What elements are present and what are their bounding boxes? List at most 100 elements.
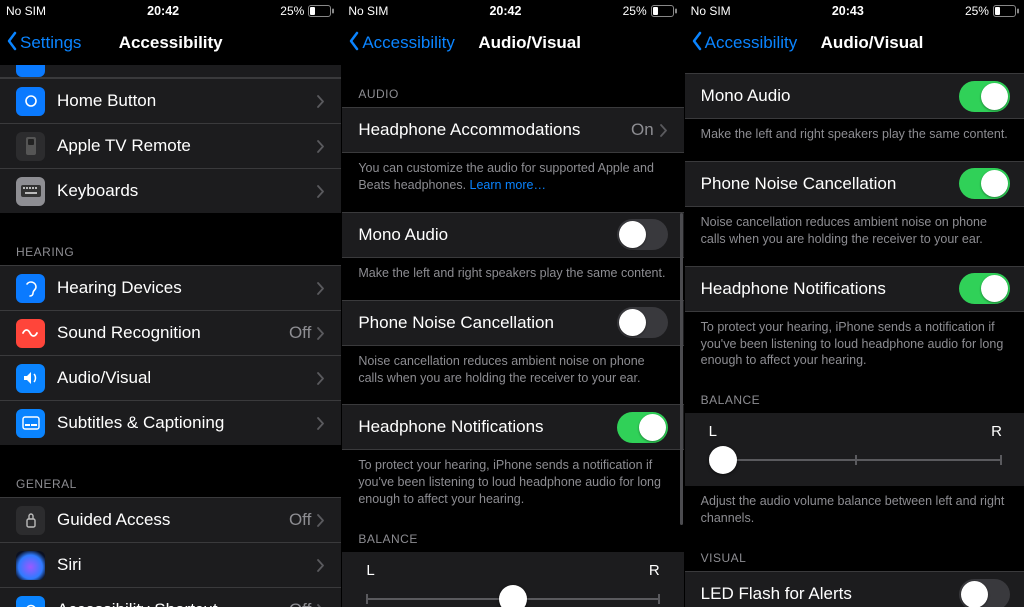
- settings-row[interactable]: Siri: [0, 543, 341, 588]
- settings-row[interactable]: Home Button: [0, 78, 341, 124]
- slider-right-label: R: [649, 562, 660, 579]
- section-footer: You can customize the audio for supporte…: [342, 153, 683, 204]
- carrier-text: No SIM: [691, 4, 731, 18]
- battery-icon: [651, 5, 678, 17]
- chevron-right-icon: [317, 327, 325, 340]
- content-scroll[interactable]: Mono Audio Make the left and right speak…: [685, 65, 1024, 607]
- status-bar: No SIM 20:43 25%: [685, 0, 1024, 21]
- row-label: Hearing Devices: [57, 278, 317, 298]
- content-scroll[interactable]: AUDIO Headphone Accommodations On You ca…: [342, 65, 683, 607]
- content-scroll[interactable]: Home Button Apple TV Remote Keyboards HE…: [0, 65, 341, 607]
- battery-icon: [993, 5, 1020, 17]
- back-button[interactable]: Accessibility: [691, 31, 798, 56]
- section-header: AUDIO: [342, 65, 683, 107]
- settings-row: Headphone Notifications: [685, 266, 1024, 312]
- slider-left-label: L: [709, 423, 717, 440]
- chevron-right-icon: [317, 514, 325, 527]
- status-time: 20:42: [489, 4, 521, 18]
- row-icon: [16, 132, 45, 161]
- toggle-switch[interactable]: [959, 168, 1010, 199]
- settings-row[interactable]: Headphone Accommodations On: [342, 107, 683, 153]
- row-label: Sound Recognition: [57, 323, 289, 343]
- row-icon: [16, 506, 45, 535]
- settings-row[interactable]: Keyboards: [0, 169, 341, 213]
- row-detail: On: [631, 120, 654, 140]
- page-title: Audio/Visual: [821, 33, 924, 53]
- slider-right-label: R: [991, 423, 1002, 440]
- back-label: Accessibility: [705, 33, 798, 53]
- section-footer: Noise cancellation reduces ambient noise…: [342, 346, 683, 397]
- row-detail: Off: [289, 323, 311, 343]
- row-label: Headphone Accommodations: [358, 120, 631, 140]
- row-icon: [16, 596, 45, 607]
- battery-pct: 25%: [965, 4, 989, 18]
- row-icon: [16, 364, 45, 393]
- back-label: Accessibility: [362, 33, 455, 53]
- settings-row[interactable]: Guided Access Off: [0, 497, 341, 543]
- settings-row: Mono Audio: [685, 73, 1024, 119]
- chevron-right-icon: [317, 417, 325, 430]
- chevron-right-icon: [317, 185, 325, 198]
- row-icon: [16, 319, 45, 348]
- slider-left-label: L: [366, 562, 374, 579]
- settings-row[interactable]: Hearing Devices: [0, 265, 341, 311]
- settings-row: Phone Noise Cancellation: [342, 300, 683, 346]
- section-footer: Make the left and right speakers play th…: [685, 119, 1024, 153]
- toggle-switch[interactable]: [617, 412, 668, 443]
- balance-slider[interactable]: L R: [685, 413, 1024, 486]
- back-button[interactable]: Accessibility: [348, 31, 455, 56]
- row-icon: [16, 551, 45, 580]
- section-header: VISUAL: [685, 537, 1024, 571]
- section-footer: Adjust the audio volume balance between …: [685, 486, 1024, 537]
- chevron-back-icon: [691, 31, 703, 56]
- row-label: Guided Access: [57, 510, 289, 530]
- nav-bar: Accessibility Audio/Visual: [685, 21, 1024, 65]
- chevron-right-icon: [660, 124, 668, 137]
- battery-icon: [308, 5, 335, 17]
- phone-screen-1: No SIM 20:42 25% Accessibility Audio/Vis…: [342, 0, 684, 607]
- settings-row[interactable]: Apple TV Remote: [0, 124, 341, 169]
- chevron-right-icon: [317, 604, 325, 607]
- carrier-text: No SIM: [348, 4, 388, 18]
- settings-row[interactable]: Sound Recognition Off: [0, 311, 341, 356]
- section-footer: Noise cancellation reduces ambient noise…: [685, 207, 1024, 258]
- scrollbar-thumb[interactable]: [680, 213, 683, 525]
- toggle-switch[interactable]: [617, 307, 668, 338]
- toggle-switch[interactable]: [959, 579, 1010, 607]
- balance-slider[interactable]: L R: [342, 552, 683, 607]
- phone-screen-0: No SIM 20:42 25% Settings Accessibility …: [0, 0, 342, 607]
- settings-row[interactable]: Subtitles & Captioning: [0, 401, 341, 445]
- settings-row: Phone Noise Cancellation: [685, 161, 1024, 207]
- row-label: Phone Noise Cancellation: [701, 174, 959, 194]
- row-detail: Off: [289, 600, 311, 607]
- toggle-switch[interactable]: [959, 273, 1010, 304]
- status-time: 20:42: [147, 4, 179, 18]
- row-label: Accessibility Shortcut: [57, 600, 289, 607]
- row-label: Mono Audio: [358, 225, 616, 245]
- back-label: Settings: [20, 33, 81, 53]
- section-footer: To protect your hearing, iPhone sends a …: [685, 312, 1024, 380]
- row-icon: [16, 274, 45, 303]
- toggle-switch[interactable]: [959, 81, 1010, 112]
- row-icon: [16, 65, 45, 77]
- page-title: Audio/Visual: [478, 33, 581, 53]
- settings-row[interactable]: Accessibility Shortcut Off: [0, 588, 341, 607]
- section-header: HEARING: [0, 231, 341, 265]
- row-detail: Off: [289, 510, 311, 530]
- row-label: Headphone Notifications: [358, 417, 616, 437]
- section-header: BALANCE: [685, 379, 1024, 413]
- section-footer: Make the left and right speakers play th…: [342, 258, 683, 292]
- row-label: Phone Noise Cancellation: [358, 313, 616, 333]
- learn-more-link[interactable]: Learn more…: [470, 178, 546, 192]
- status-bar: No SIM 20:42 25%: [0, 0, 341, 21]
- row-icon: [16, 177, 45, 206]
- settings-row[interactable]: Audio/Visual: [0, 356, 341, 401]
- section-header: GENERAL: [0, 463, 341, 497]
- status-bar: No SIM 20:42 25%: [342, 0, 683, 21]
- carrier-text: No SIM: [6, 4, 46, 18]
- toggle-switch[interactable]: [617, 219, 668, 250]
- row-label: Apple TV Remote: [57, 136, 317, 156]
- back-button[interactable]: Settings: [6, 31, 81, 56]
- settings-row: LED Flash for Alerts: [685, 571, 1024, 607]
- settings-row-clipped[interactable]: [0, 65, 341, 78]
